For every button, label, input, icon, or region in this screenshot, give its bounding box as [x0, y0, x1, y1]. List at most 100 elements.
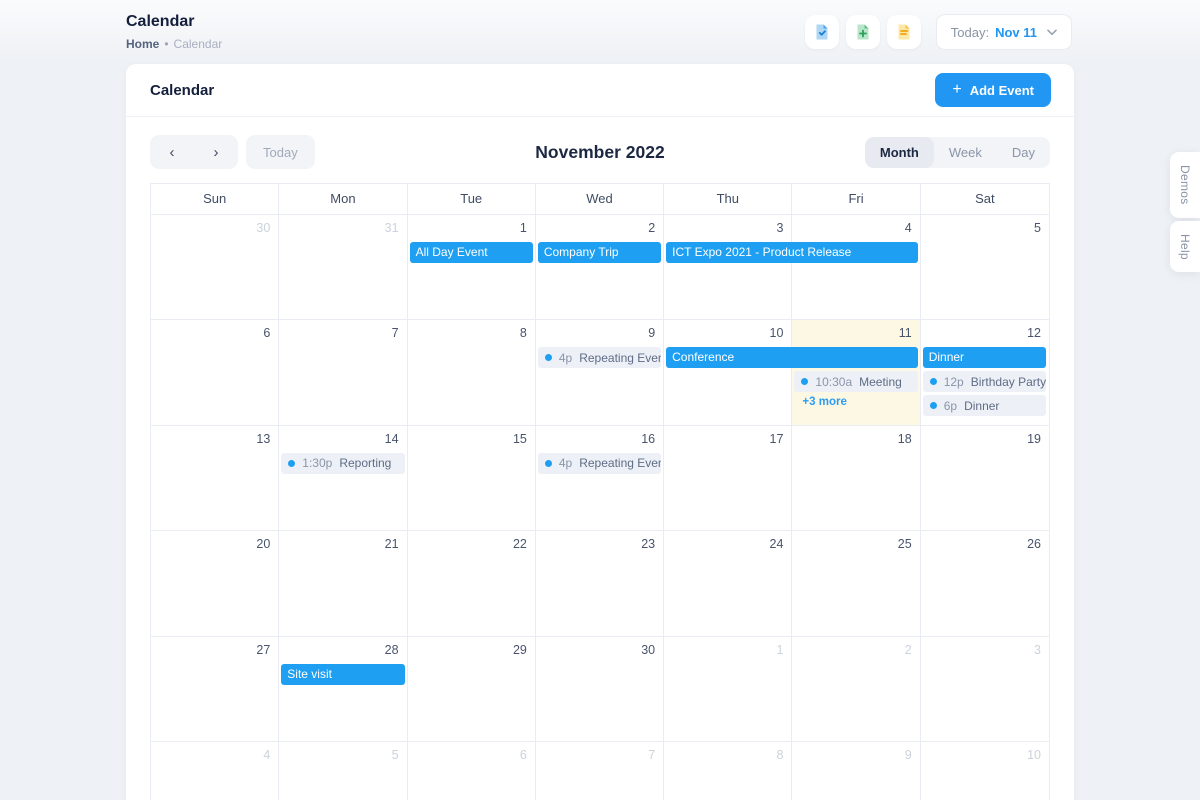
prev-month-button[interactable]: ‹ [150, 135, 194, 169]
day-cell[interactable]: 5 [921, 215, 1049, 320]
day-cell[interactable]: 31 [279, 215, 407, 320]
side-tab-help[interactable]: Help [1170, 221, 1200, 273]
day-cell[interactable]: 9 [792, 742, 920, 800]
day-cell[interactable]: 8 [664, 742, 792, 800]
event-dot [288, 460, 295, 467]
day-cell[interactable]: 27 [151, 637, 279, 742]
date-number: 1 [520, 221, 527, 235]
day-cell[interactable]: 3 [921, 637, 1049, 742]
date-picker-button[interactable]: Today: Nov 11 [936, 14, 1072, 50]
more-events-link[interactable]: +3 more [794, 395, 846, 409]
calendar-event[interactable]: Company Trip [538, 242, 661, 263]
calendar-event[interactable]: All Day Event [410, 242, 533, 263]
date-number: 21 [385, 537, 399, 551]
day-cell[interactable]: 10 [921, 742, 1049, 800]
day-cell[interactable]: 4 [792, 215, 920, 320]
breadcrumb-home[interactable]: Home [126, 37, 159, 51]
date-number: 5 [392, 748, 399, 762]
event-time: 4p [559, 351, 572, 365]
calendar-event[interactable]: Site visit [281, 664, 404, 685]
calendar-event[interactable]: Conference [666, 347, 918, 368]
date-number: 3 [776, 221, 783, 235]
date-number: 26 [1027, 537, 1041, 551]
day-cell[interactable]: 7 [536, 742, 664, 800]
day-cell[interactable]: 26 [921, 531, 1049, 636]
day-cell[interactable]: 19 [921, 426, 1049, 531]
day-cell[interactable]: 6 [408, 742, 536, 800]
event-dot [801, 378, 808, 385]
day-cell[interactable]: 24 [664, 531, 792, 636]
day-cell[interactable]: 28 [279, 637, 407, 742]
calendar-event[interactable]: 4pRepeating Event [538, 347, 661, 368]
date-number: 22 [513, 537, 527, 551]
day-cell[interactable]: 10 [664, 320, 792, 425]
day-header-wed: Wed [536, 184, 664, 214]
file-add-icon[interactable] [846, 15, 880, 49]
view-day[interactable]: Day [997, 137, 1050, 168]
day-cell[interactable]: 3 [664, 215, 792, 320]
next-month-button[interactable]: › [194, 135, 238, 169]
date-number: 29 [513, 643, 527, 657]
day-cell[interactable]: 21 [279, 531, 407, 636]
date-number: 8 [520, 326, 527, 340]
today-button[interactable]: Today [246, 135, 315, 169]
calendar-event[interactable]: ICT Expo 2021 - Product Release [666, 242, 918, 263]
date-number: 16 [641, 432, 655, 446]
add-event-button[interactable]: + Add Event [935, 73, 1051, 107]
day-cell[interactable]: 17 [664, 426, 792, 531]
day-cell[interactable]: 16 [536, 426, 664, 531]
day-cell[interactable]: 8 [408, 320, 536, 425]
day-cell[interactable]: 25 [792, 531, 920, 636]
calendar-event[interactable]: 12pBirthday Party [923, 371, 1046, 392]
day-cell[interactable]: 2 [792, 637, 920, 742]
day-cell[interactable]: 9 [536, 320, 664, 425]
day-cell[interactable]: 6 [151, 320, 279, 425]
event-dot [930, 402, 937, 409]
page-head: Calendar Home • Calendar [126, 13, 222, 51]
view-month[interactable]: Month [865, 137, 934, 168]
day-cell[interactable]: 22 [408, 531, 536, 636]
day-header-row: SunMonTueWedThuFriSat [151, 184, 1049, 215]
date-number: 27 [256, 643, 270, 657]
day-cell[interactable]: 4 [151, 742, 279, 800]
day-cell[interactable]: 7 [279, 320, 407, 425]
calendar-grid: SunMonTueWedThuFriSat 303112345All Day E… [150, 183, 1050, 800]
calendar-event[interactable]: 6pDinner [923, 395, 1046, 416]
day-cell[interactable]: 20 [151, 531, 279, 636]
day-cell[interactable]: 1 [408, 215, 536, 320]
date-number: 2 [905, 643, 912, 657]
event-time: 12p [944, 375, 964, 389]
day-cell[interactable]: 30 [151, 215, 279, 320]
day-header-sat: Sat [921, 184, 1049, 214]
date-number: 5 [1034, 221, 1041, 235]
day-cell[interactable]: 5 [279, 742, 407, 800]
date-number: 11 [899, 326, 912, 340]
view-week[interactable]: Week [934, 137, 997, 168]
day-cell[interactable]: 15 [408, 426, 536, 531]
date-number: 10 [770, 326, 784, 340]
file-text-icon[interactable] [887, 15, 921, 49]
day-cell[interactable]: 18 [792, 426, 920, 531]
calendar-event[interactable]: Dinner [923, 347, 1046, 368]
day-cell[interactable]: 2 [536, 215, 664, 320]
calendar-event[interactable]: 1:30pReporting [281, 453, 404, 474]
week-row: 20 21 22 232425 26 [151, 531, 1049, 636]
breadcrumb-current: Calendar [174, 37, 223, 51]
day-cell[interactable]: 1 [664, 637, 792, 742]
topbar: Calendar Home • Calendar Today: Nov 11 [0, 0, 1200, 64]
side-tab-label: Demos [1178, 152, 1192, 218]
side-tab-demos[interactable]: Demos [1170, 152, 1200, 218]
day-cell[interactable]: 13 [151, 426, 279, 531]
event-time: 6p [944, 399, 957, 413]
day-header-fri: Fri [792, 184, 920, 214]
date-number: 31 [385, 221, 399, 235]
day-cell[interactable]: 29 [408, 637, 536, 742]
calendar-event[interactable]: 10:30aMeeting [794, 371, 917, 392]
day-cell[interactable]: 23 [536, 531, 664, 636]
date-number: 10 [1027, 748, 1041, 762]
file-check-icon[interactable] [805, 15, 839, 49]
day-cell[interactable]: 14 [279, 426, 407, 531]
date-number: 30 [641, 643, 655, 657]
day-cell[interactable]: 30 [536, 637, 664, 742]
calendar-event[interactable]: 4pRepeating Event [538, 453, 661, 474]
